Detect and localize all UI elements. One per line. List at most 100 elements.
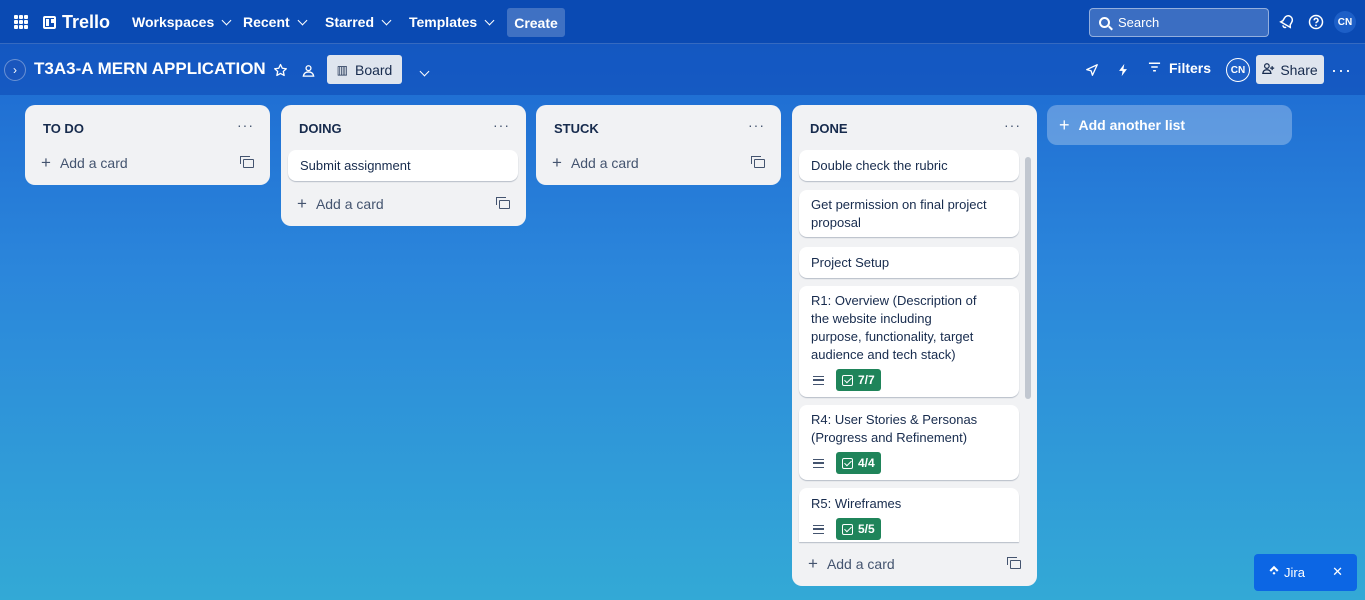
bell-icon[interactable] [1277, 12, 1297, 32]
list-menu-ellipsis-icon[interactable]: ··· [493, 117, 510, 133]
share-label: Share [1280, 61, 1318, 78]
card-title: R5: Wireframes [811, 496, 902, 511]
trello-logo[interactable]: Trello [43, 12, 110, 33]
starred-label: Starred [325, 14, 375, 30]
account-avatar[interactable]: CN [1334, 11, 1356, 33]
checklist-badge: 7/7 [836, 369, 881, 391]
checklist-count: 7/7 [858, 373, 875, 387]
lightning-icon[interactable] [1113, 60, 1133, 80]
list-doing: DOING ··· Submit assignment + Add a card [281, 105, 526, 226]
list-menu-ellipsis-icon[interactable]: ··· [237, 117, 254, 133]
add-card-label: Add a card [570, 155, 639, 171]
checklist-badge: 4/4 [836, 452, 881, 474]
card[interactable]: Double check the rubric [799, 150, 1019, 181]
sidebar-expand-chevron-right-icon[interactable]: › [4, 59, 26, 81]
description-icon [813, 524, 824, 534]
card-title: R1: Overview (Description of the website… [811, 293, 977, 362]
description-icon [813, 458, 824, 468]
create-button[interactable]: Create [507, 8, 565, 37]
card-title: Get permission on final project proposal [811, 197, 987, 230]
add-list-label: Add another list [1078, 117, 1186, 133]
card[interactable]: Submit assignment [288, 150, 518, 181]
plus-icon: + [552, 153, 562, 172]
filters-label: Filters [1169, 60, 1212, 76]
card-badges: 4/4 [811, 452, 1007, 474]
starred-menu[interactable]: Starred [325, 8, 392, 36]
star-icon[interactable] [270, 60, 290, 80]
plus-icon: + [808, 554, 818, 573]
add-card-button[interactable]: + Add a card [41, 153, 128, 173]
board-view-label: Board [354, 61, 393, 78]
checkbox-icon [842, 374, 853, 386]
trello-logo-icon [43, 16, 56, 29]
card-title: Submit assignment [300, 158, 411, 173]
templates-menu[interactable]: Templates [409, 8, 495, 36]
jira-promo-widget[interactable]: Jira ✕ [1254, 554, 1357, 591]
chevron-down-icon [484, 15, 495, 25]
recent-menu[interactable]: Recent [243, 8, 308, 36]
views-chevron-down-icon[interactable] [414, 64, 434, 84]
checkbox-icon [842, 523, 853, 535]
card-title: Double check the rubric [811, 158, 948, 173]
add-card-button[interactable]: + Add a card [808, 554, 895, 574]
card-title: Project Setup [811, 255, 890, 270]
board-view-button[interactable]: ▥ Board [327, 55, 402, 84]
list-menu-ellipsis-icon[interactable]: ··· [1004, 117, 1021, 133]
search-placeholder: Search [1118, 15, 1160, 30]
create-from-template-icon[interactable] [751, 156, 765, 168]
workspaces-menu[interactable]: Workspaces [132, 8, 232, 36]
workspace-visibility-icon[interactable] [298, 60, 318, 80]
add-card-label: Add a card [315, 196, 384, 212]
add-card-label: Add a card [826, 556, 895, 572]
board-title[interactable]: T3A3-A MERN APPLICATION [34, 59, 266, 79]
checkbox-icon [842, 457, 853, 469]
add-another-list-button[interactable]: + Add another list [1047, 105, 1292, 145]
card[interactable]: R4: User Stories & Personas (Progress an… [799, 405, 1019, 480]
create-from-template-icon[interactable] [240, 156, 254, 168]
plus-icon: + [297, 194, 307, 213]
help-icon[interactable] [1306, 12, 1326, 32]
board-view-icon: ▥ [336, 62, 348, 77]
create-from-template-icon[interactable] [496, 197, 510, 209]
list-menu-ellipsis-icon[interactable]: ··· [748, 117, 765, 133]
board-member-avatar[interactable]: CN [1226, 58, 1250, 82]
list-title[interactable]: DONE [810, 121, 848, 136]
add-card-button[interactable]: + Add a card [552, 153, 639, 173]
card-title: R4: User Stories & Personas (Progress an… [811, 412, 978, 445]
top-navigation: Trello Workspaces Recent Starred Templat… [0, 0, 1365, 44]
workspaces-label: Workspaces [132, 14, 215, 30]
scrollbar-thumb[interactable] [1025, 157, 1031, 399]
card-badges: 5/5 [811, 518, 1007, 540]
description-icon [813, 375, 824, 385]
board-header: › T3A3-A MERN APPLICATION ▥ Board Filter… [0, 44, 1365, 95]
chevron-down-icon [221, 15, 232, 25]
create-from-template-icon[interactable] [1007, 557, 1021, 569]
list-title[interactable]: TO DO [43, 121, 84, 136]
list-title[interactable]: STUCK [554, 121, 599, 136]
chevron-down-icon [297, 15, 308, 25]
list-stuck: STUCK ··· + Add a card [536, 105, 781, 185]
jira-label: Jira [1284, 565, 1305, 580]
checklist-count: 4/4 [858, 456, 875, 470]
card[interactable]: Project Setup [799, 247, 1019, 278]
close-icon[interactable]: ✕ [1332, 564, 1343, 580]
filter-icon [1148, 61, 1161, 76]
add-member-icon [1262, 62, 1275, 78]
search-icon [1099, 17, 1110, 28]
add-card-label: Add a card [59, 155, 128, 171]
card[interactable]: R5: Wireframes 5/5 [799, 488, 1019, 542]
list-title[interactable]: DOING [299, 121, 342, 136]
filters-button[interactable]: Filters [1148, 60, 1211, 76]
share-button[interactable]: Share [1256, 55, 1324, 84]
app-switcher-grid-icon[interactable] [14, 15, 28, 29]
rocket-icon[interactable] [1082, 60, 1102, 80]
card[interactable]: R1: Overview (Description of the website… [799, 286, 1019, 397]
board-menu-ellipsis-icon[interactable]: ··· [1331, 60, 1352, 81]
list-done: DONE ··· Double check the rubric Get per… [792, 105, 1037, 586]
list-scrollbar[interactable] [1024, 152, 1032, 542]
card[interactable]: Get permission on final project proposal [799, 190, 1019, 237]
search-input[interactable]: Search [1089, 8, 1269, 37]
card-badges: 7/7 [811, 369, 985, 391]
add-card-button[interactable]: + Add a card [297, 194, 384, 214]
checklist-count: 5/5 [858, 522, 875, 536]
